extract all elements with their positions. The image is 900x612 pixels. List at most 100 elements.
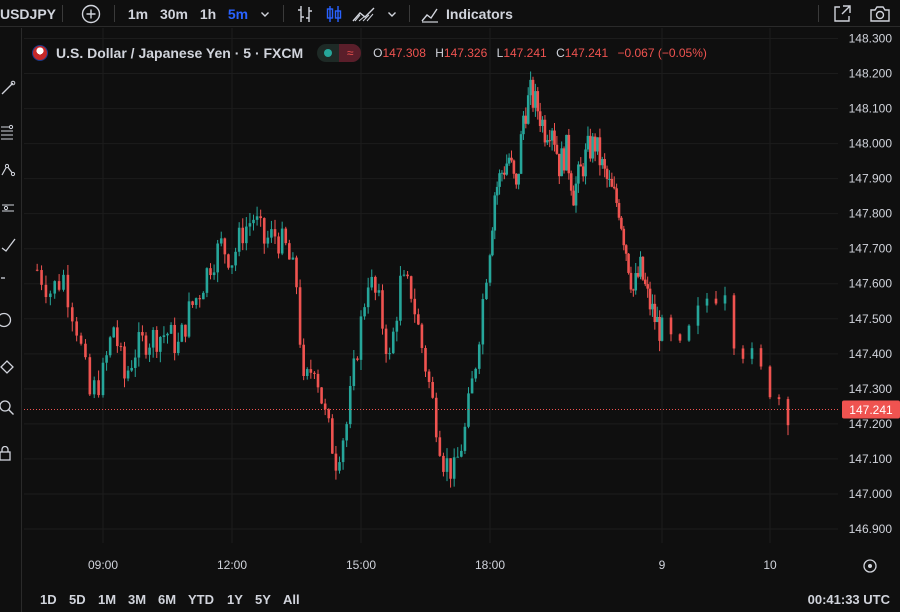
candle-body (529, 79, 532, 96)
candle-body (485, 282, 488, 300)
candle-body (653, 303, 657, 323)
candle-body (705, 298, 709, 306)
candle-body (526, 95, 530, 124)
candle-body (574, 183, 578, 206)
candle-body (634, 273, 638, 291)
utc-clock[interactable]: 00:41:33 UTC (808, 588, 890, 612)
candle-body (438, 437, 442, 456)
candle-body (284, 228, 288, 244)
candle-body (456, 456, 460, 458)
candle-body (205, 268, 209, 293)
candle-body (191, 301, 194, 305)
candle-body (589, 135, 592, 159)
candle-body (126, 370, 130, 379)
range-1m-button[interactable]: 1M (98, 588, 116, 612)
candle-body (40, 270, 43, 285)
candle-body (639, 256, 642, 277)
candle-body (531, 79, 535, 108)
price-tick-label: 147.600 (849, 277, 893, 291)
candle-body (538, 111, 542, 126)
candle-body (605, 168, 609, 180)
time-axis[interactable]: 09:00 12:00 15:00 18:00 9 10 (88, 558, 777, 572)
candle-body (148, 347, 151, 355)
candle-body (334, 453, 338, 471)
range-1d-button[interactable]: 1D (40, 588, 57, 612)
candle-body (427, 371, 431, 382)
candle-body (234, 251, 237, 266)
candle-body (434, 397, 438, 438)
candle-body (477, 344, 481, 369)
candle-body (219, 238, 223, 244)
candle-body (493, 195, 497, 231)
candle-body (449, 458, 452, 479)
candle-body (424, 347, 427, 372)
candle-body (632, 289, 635, 291)
candle-body (768, 366, 772, 398)
candle-body (377, 290, 381, 293)
range-5d-button[interactable]: 5D (69, 588, 86, 612)
candle-body (452, 457, 456, 479)
candle-body (603, 159, 606, 169)
range-ytd-button[interactable]: YTD (188, 588, 214, 612)
candle-body (463, 426, 467, 451)
candle-body (596, 137, 599, 152)
candle-body (363, 307, 366, 317)
ohlc-values: O147.308 H147.326 L147.241 C147.241 −0.0… (373, 46, 713, 60)
candle-body (88, 357, 92, 395)
price-axis[interactable]: 148.300 148.200 148.100 148.000 147.900 147.8… (842, 32, 900, 536)
candle-body (406, 274, 409, 277)
axis-settings-button[interactable] (863, 559, 877, 573)
candle-body (555, 144, 559, 154)
candle-body (624, 245, 628, 254)
price-tick-label: 147.500 (849, 312, 893, 326)
candle-body (732, 295, 736, 349)
candle-body (567, 134, 571, 174)
candle-body (648, 288, 652, 310)
range-1y-button[interactable]: 1Y (227, 588, 243, 612)
price-tick-label: 147.700 (849, 242, 893, 256)
candle-body (636, 273, 640, 277)
candle-body (184, 324, 187, 337)
candle-body (359, 316, 363, 360)
candle-body (409, 276, 413, 299)
candle-body (105, 355, 108, 363)
candle-body (413, 298, 417, 315)
price-tick-label: 148.000 (849, 137, 893, 151)
candle-body (395, 320, 399, 332)
range-3m-button[interactable]: 3M (128, 588, 146, 612)
candle-body (166, 333, 169, 336)
candle-body (338, 462, 341, 471)
candle-body (70, 307, 74, 322)
legend-title[interactable]: U.S. Dollar / Japanese Yen · 5 · FXCM (56, 45, 303, 61)
price-chart[interactable]: 148.300 148.200 148.100 148.000 147.900 147.8… (0, 0, 900, 612)
candle-body (341, 440, 345, 463)
candle-body (481, 299, 485, 345)
candle-body (352, 358, 356, 386)
candle-body (305, 369, 309, 376)
candle-body (198, 298, 202, 300)
candle-body (101, 362, 105, 396)
candle-body (759, 348, 763, 367)
range-5y-button[interactable]: 5Y (255, 588, 271, 612)
candle-body (187, 301, 191, 337)
candle-body (237, 227, 241, 252)
candle-body (579, 164, 583, 167)
range-6m-button[interactable]: 6M (158, 588, 176, 612)
candle-body (44, 284, 48, 298)
market-status-badge[interactable]: ≈ (317, 44, 362, 62)
candle-body (586, 135, 590, 150)
candle-body (584, 149, 587, 177)
range-all-button[interactable]: All (283, 588, 300, 612)
candle-body (546, 140, 549, 143)
candle-body (503, 172, 506, 175)
price-tick-label: 147.900 (849, 172, 893, 186)
price-tick-label: 147.100 (849, 452, 893, 466)
candle-body (345, 424, 348, 441)
time-tick-label: 9 (659, 558, 666, 572)
candle-body (155, 329, 159, 352)
candle-body (562, 148, 566, 171)
candle-body (678, 334, 682, 341)
candle-body (262, 218, 266, 244)
candle-body (273, 229, 277, 237)
candle-body (277, 236, 280, 254)
